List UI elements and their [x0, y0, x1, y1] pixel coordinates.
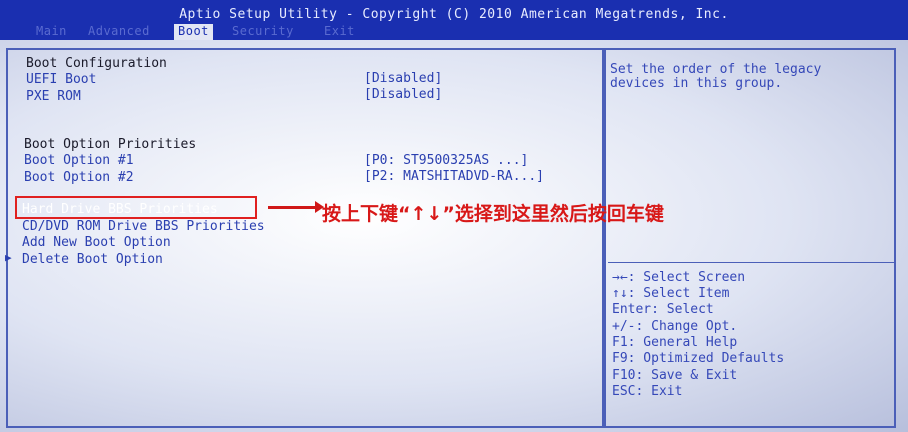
tab-boot[interactable]: Boot — [174, 24, 213, 40]
boot-option-1-label[interactable]: Boot Option #1 — [24, 153, 134, 168]
key-hint-optimized-defaults: F9: Optimized Defaults — [612, 351, 785, 366]
tab-bar: Main Advanced Boot Security Exit — [0, 24, 908, 40]
key-hint-select-item: ↑↓: Select Item — [612, 286, 730, 301]
title-text: Aptio Setup Utility - Copyright (C) 2010… — [179, 7, 729, 22]
key-hint-esc-exit: ESC: Exit — [612, 384, 683, 399]
tab-advanced[interactable]: Advanced — [88, 24, 150, 40]
tab-main[interactable]: Main — [36, 24, 67, 40]
boot-option-priorities-header: Boot Option Priorities — [24, 137, 197, 152]
boot-option-1-value[interactable]: [P0: ST9500325AS ...] — [364, 153, 528, 168]
help-divider — [608, 262, 894, 263]
boot-option-2-label[interactable]: Boot Option #2 — [24, 170, 134, 185]
pxe-rom-label[interactable]: PXE ROM — [26, 89, 81, 104]
annotation-arrow-icon — [268, 201, 324, 213]
uefi-boot-label[interactable]: UEFI Boot — [26, 72, 96, 87]
title-bar: Aptio Setup Utility - Copyright (C) 2010… — [0, 0, 908, 24]
uefi-boot-value[interactable]: [Disabled] — [364, 71, 442, 86]
delete-boot-option-item[interactable]: Delete Boot Option — [22, 252, 163, 267]
tab-security[interactable]: Security — [232, 24, 294, 40]
key-hint-general-help: F1: General Help — [612, 335, 738, 350]
key-hint-select-screen: →←: Select Screen — [612, 270, 746, 285]
key-hint-enter: Enter: Select — [612, 302, 714, 317]
key-hint-change-opt: +/-: Change Opt. — [612, 319, 738, 334]
help-description-line-2: devices in this group. — [610, 76, 783, 91]
boot-option-2-value[interactable]: [P2: MATSHITADVD-RA...] — [364, 169, 544, 184]
add-new-boot-option-item[interactable]: Add New Boot Option — [22, 235, 171, 250]
help-description-line-1: Set the order of the legacy — [610, 62, 822, 77]
pxe-rom-value[interactable]: [Disabled] — [364, 87, 442, 102]
annotation-text: 按上下键“↑↓”选择到这里然后按回车键 — [322, 203, 664, 225]
tab-exit[interactable]: Exit — [324, 24, 355, 40]
cddvd-bbs-priorities-item[interactable]: CD/DVD ROM Drive BBS Priorities — [22, 219, 265, 234]
key-hint-save-exit: F10: Save & Exit — [612, 368, 738, 383]
submenu-arrow-icon: ▶ — [5, 251, 12, 264]
boot-configuration-header: Boot Configuration — [26, 56, 167, 71]
highlight-box — [15, 196, 257, 219]
